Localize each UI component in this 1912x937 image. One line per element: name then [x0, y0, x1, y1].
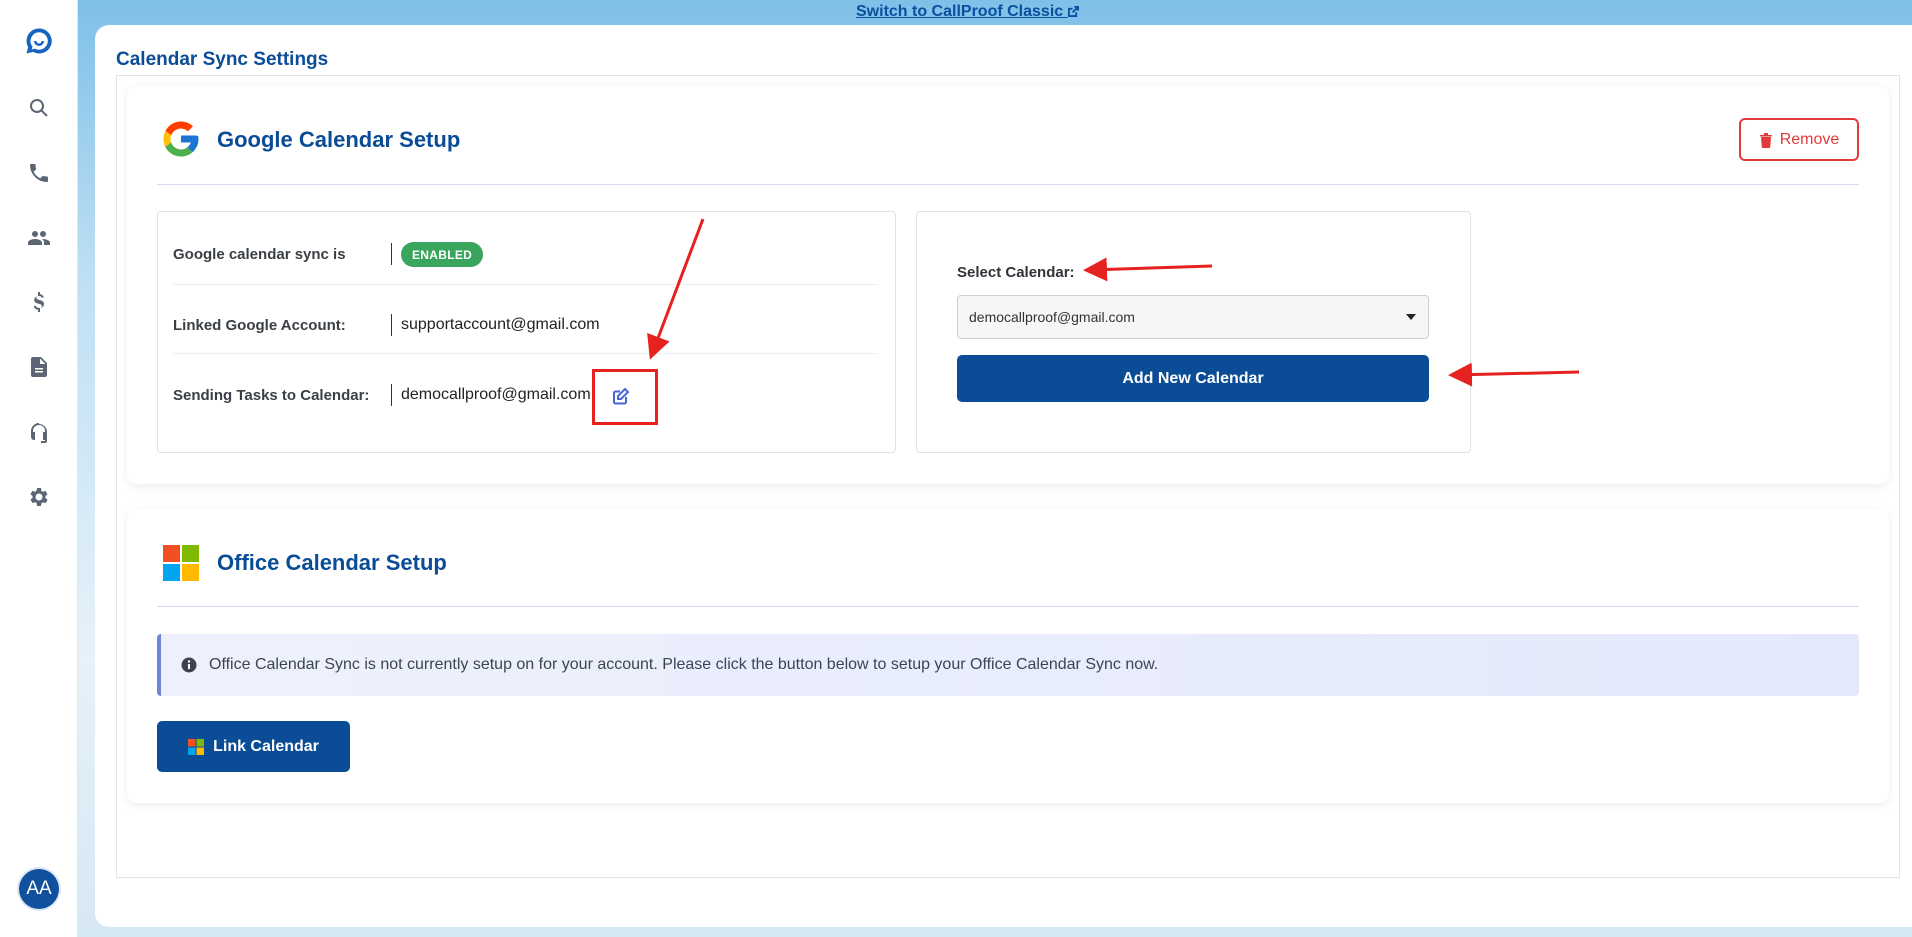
- search-icon[interactable]: [22, 91, 56, 125]
- office-sync-alert: Office Calendar Sync is not currently se…: [157, 634, 1859, 696]
- switch-classic-label: Switch to CallProof Classic: [856, 3, 1064, 20]
- microsoft-logo-icon: [163, 545, 199, 581]
- calendar-select[interactable]: democallproof@gmail.com: [957, 295, 1429, 339]
- office-alert-text: Office Calendar Sync is not currently se…: [209, 656, 1159, 673]
- phone-icon[interactable]: [22, 156, 56, 190]
- office-card-title: Office Calendar Setup: [217, 550, 447, 575]
- contacts-icon[interactable]: [22, 221, 56, 255]
- external-link-icon: [1067, 6, 1079, 17]
- annotation-highlight-box: [592, 369, 658, 425]
- sidebar: AA: [0, 0, 78, 937]
- row-separator: [391, 314, 392, 336]
- sending-tasks-label: Sending Tasks to Calendar:: [173, 387, 370, 404]
- switch-classic-link[interactable]: Switch to CallProof Classic: [856, 3, 1079, 21]
- page-title: Calendar Sync Settings: [116, 49, 329, 70]
- selected-calendar-value: democallproof@gmail.com: [969, 309, 1135, 325]
- row-separator: [391, 243, 392, 265]
- link-calendar-label: Link Calendar: [213, 737, 319, 755]
- headset-icon[interactable]: [22, 415, 56, 449]
- document-icon[interactable]: [22, 350, 56, 384]
- add-new-calendar-button[interactable]: Add New Calendar: [957, 355, 1429, 402]
- linked-account-label: Linked Google Account:: [173, 317, 346, 334]
- avatar[interactable]: AA: [19, 869, 59, 909]
- status-badge: ENABLED: [401, 242, 484, 267]
- google-logo-icon: [160, 118, 202, 160]
- info-icon: [181, 657, 197, 673]
- remove-button[interactable]: Remove: [1739, 118, 1859, 161]
- link-calendar-button[interactable]: Link Calendar: [157, 721, 350, 772]
- microsoft-logo-icon: [188, 738, 205, 755]
- trash-icon: [1759, 132, 1772, 148]
- row-separator: [391, 384, 392, 406]
- office-divider: [157, 606, 1859, 607]
- sync-status-label: Google calendar sync is: [173, 246, 346, 263]
- sending-tasks-value: democallproof@gmail.com: [401, 386, 591, 403]
- caret-down-icon: [1406, 314, 1416, 320]
- row-divider: [173, 353, 878, 354]
- remove-label: Remove: [1779, 130, 1840, 148]
- callproof-logo-icon[interactable]: [22, 24, 56, 58]
- gear-icon[interactable]: [22, 480, 56, 514]
- dollar-icon[interactable]: [22, 285, 56, 319]
- row-divider: [173, 284, 878, 285]
- linked-account-value: supportaccount@gmail.com: [401, 316, 600, 333]
- google-card-title: Google Calendar Setup: [217, 127, 461, 152]
- select-calendar-label: Select Calendar:: [957, 264, 1075, 281]
- google-divider: [157, 184, 1859, 185]
